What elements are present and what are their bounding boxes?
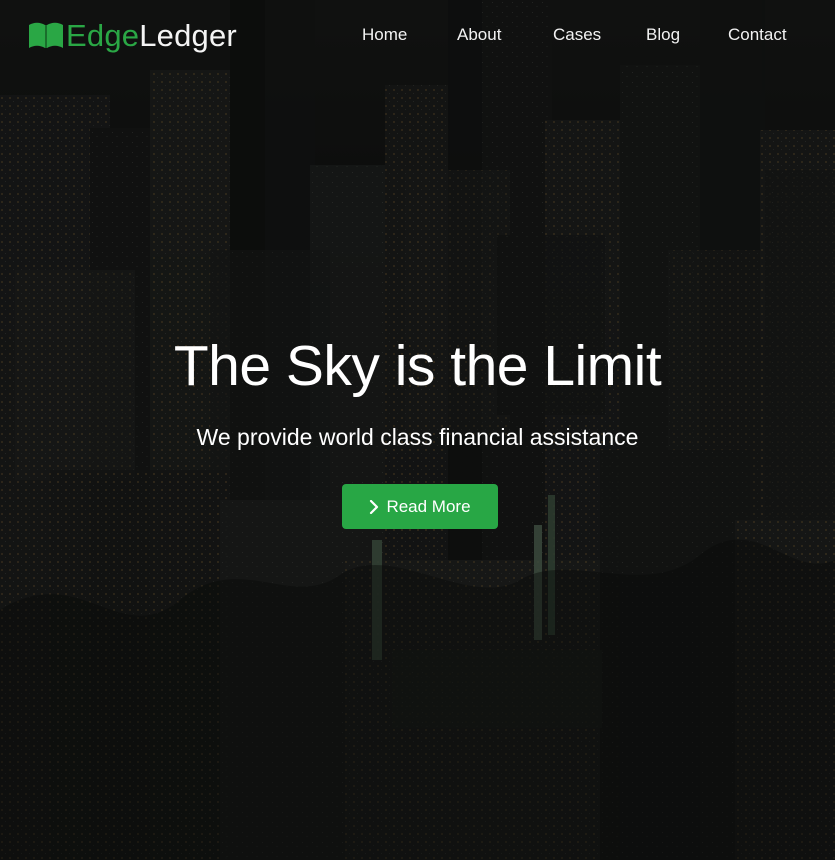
- hero-section: Edge Ledger Home About Cases Blog Contac…: [0, 0, 835, 860]
- chevron-right-icon: [369, 499, 379, 514]
- read-more-button[interactable]: Read More: [342, 484, 498, 529]
- main-nav: Home About Cases Blog Contact: [0, 24, 835, 48]
- hero-content: The Sky is the Limit We provide world cl…: [0, 334, 835, 452]
- nav-cases[interactable]: Cases: [553, 24, 601, 46]
- top-navbar: Edge Ledger Home About Cases Blog Contac…: [0, 0, 835, 72]
- hero-subtitle: We provide world class financial assista…: [196, 424, 639, 450]
- nav-contact[interactable]: Contact: [728, 24, 787, 46]
- hero-title: The Sky is the Limit: [173, 334, 662, 398]
- read-more-label: Read More: [386, 496, 471, 516]
- nav-about[interactable]: About: [457, 24, 501, 46]
- nav-blog[interactable]: Blog: [646, 24, 680, 46]
- nav-home[interactable]: Home: [362, 24, 407, 46]
